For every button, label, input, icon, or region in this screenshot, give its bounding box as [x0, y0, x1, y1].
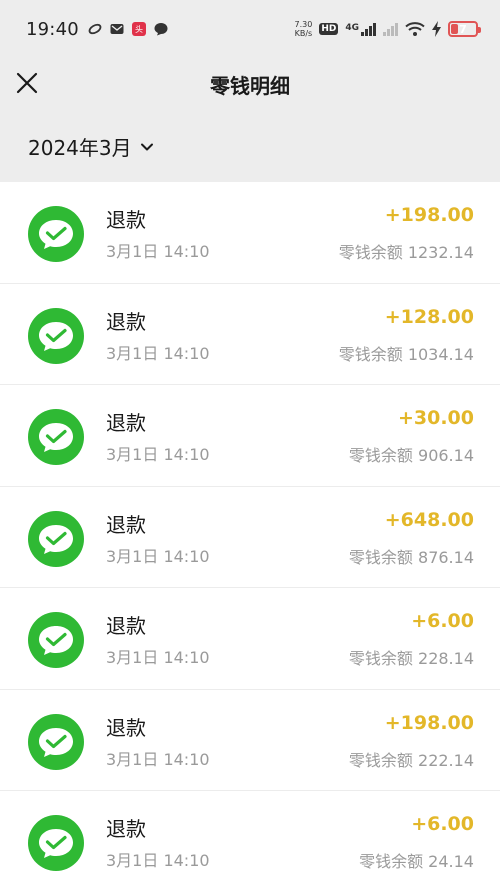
app-badge-icon: 头 — [131, 22, 146, 36]
transaction-time: 3月1日 14:10 — [106, 546, 210, 566]
wifi-icon — [405, 22, 425, 36]
transaction-amount: +128.00 — [384, 305, 474, 328]
hd-badge: HD — [319, 23, 339, 35]
transaction-title: 退款 — [106, 411, 146, 435]
wechat-pay-icon — [28, 206, 84, 262]
transaction-amount: +198.00 — [384, 711, 474, 734]
battery-icon: 7 — [448, 21, 481, 37]
network-speed: 7.30 KB/s — [295, 20, 313, 38]
transaction-balance: 零钱余额 228.14 — [348, 649, 474, 668]
system-icons: 7.30 KB/s HD 4G 7 — [295, 20, 481, 38]
svg-text:头: 头 — [135, 24, 143, 34]
transaction-row[interactable]: 退款 3月1日 14:10 +648.00 零钱余额 876.14 — [0, 486, 500, 588]
battery-level: 7 — [459, 22, 467, 36]
notification-icons: 头 — [87, 21, 169, 37]
chevron-down-icon[interactable] — [140, 140, 154, 154]
net-speed-unit: KB/s — [294, 29, 313, 38]
transaction-amount: +6.00 — [411, 813, 474, 835]
transaction-time: 3月1日 14:10 — [106, 749, 210, 769]
cellular-signal-icon: 4G — [345, 22, 376, 36]
wechat-pay-icon — [28, 307, 84, 364]
transaction-row[interactable]: 退款 3月1日 14:10 +30.00 零钱余额 906.14 — [0, 385, 500, 487]
wechat-pay-icon — [28, 409, 84, 465]
month-selector-label[interactable]: 2024年3月 — [28, 132, 132, 161]
transaction-time: 3月1日 14:10 — [106, 445, 210, 464]
wechat-pay-icon — [28, 612, 84, 668]
wechat-pay-icon — [28, 713, 84, 770]
transaction-time: 3月1日 14:10 — [106, 242, 210, 261]
transaction-title: 退款 — [106, 817, 146, 841]
transaction-row[interactable]: 退款 3月1日 14:10 +128.00 零钱余额 1034.14 — [0, 283, 500, 385]
sync-icon — [88, 23, 102, 35]
net-speed-value: 7.30 — [294, 20, 313, 29]
charging-icon — [432, 21, 441, 37]
transaction-time: 3月1日 14:10 — [106, 851, 210, 870]
transaction-balance: 零钱余额 1232.14 — [338, 243, 474, 262]
page-title: 零钱明细 — [210, 73, 290, 98]
transaction-list: 退款 3月1日 14:10 +198.00 零钱余额 1232.14 退款 3月… — [0, 182, 500, 884]
transaction-balance: 零钱余额 222.14 — [348, 750, 474, 770]
close-icon[interactable] — [14, 70, 40, 96]
status-bar: 19:40 头 7.30 KB/s HD 4G 7 — [0, 0, 500, 58]
transaction-time: 3月1日 14:10 — [106, 648, 210, 667]
transaction-balance: 零钱余额 24.14 — [359, 852, 474, 871]
status-time: 19:40 — [26, 18, 79, 40]
transaction-title: 退款 — [106, 208, 146, 232]
transaction-row[interactable]: 退款 3月1日 14:10 +198.00 零钱余额 1232.14 — [0, 182, 500, 284]
mail-icon — [110, 24, 124, 34]
transaction-row[interactable]: 退款 3月1日 14:10 +6.00 零钱余额 24.14 — [0, 791, 500, 884]
transaction-title: 退款 — [106, 614, 146, 638]
transaction-row[interactable]: 退款 3月1日 14:10 +198.00 零钱余额 222.14 — [0, 689, 500, 791]
chat-icon — [154, 23, 168, 36]
transaction-row[interactable]: 退款 3月1日 14:10 +6.00 零钱余额 228.14 — [0, 588, 500, 690]
transaction-amount: +198.00 — [384, 204, 474, 226]
wechat-pay-icon — [28, 510, 84, 567]
network-type-label: 4G — [345, 22, 359, 33]
transaction-title: 退款 — [106, 715, 146, 740]
transaction-balance: 零钱余额 876.14 — [348, 547, 474, 567]
transaction-title: 退款 — [106, 512, 146, 537]
secondary-signal-icon — [383, 22, 398, 36]
transaction-time: 3月1日 14:10 — [106, 343, 210, 363]
transaction-amount: +30.00 — [397, 407, 474, 429]
wechat-pay-icon — [28, 815, 84, 871]
nav-bar: 零钱明细 — [0, 58, 500, 110]
transaction-title: 退款 — [106, 309, 146, 334]
transaction-balance: 零钱余额 906.14 — [348, 446, 474, 465]
transaction-balance: 零钱余额 1034.14 — [338, 344, 474, 364]
transaction-amount: +648.00 — [384, 508, 474, 531]
transaction-amount: +6.00 — [411, 610, 474, 632]
month-filter[interactable]: 2024年3月 — [0, 110, 500, 182]
